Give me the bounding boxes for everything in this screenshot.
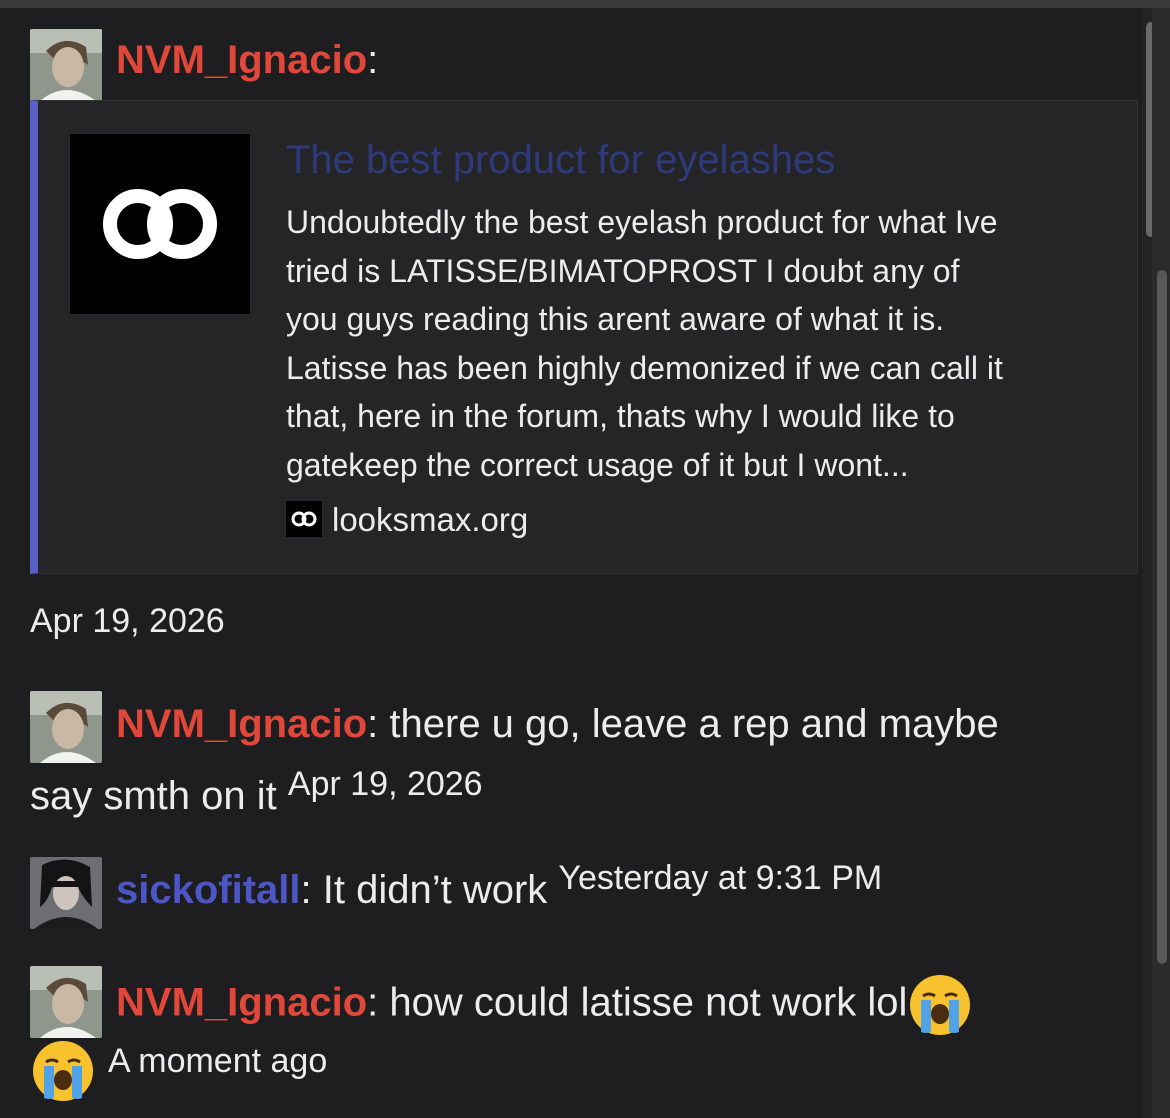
username[interactable]: sickofitall [116,868,301,912]
message-timestamp: Yesterday at 9:31 PM [558,859,883,897]
message-text: how could latisse not work lol [378,980,908,1025]
embed-description-line: Latisse has been highly demonized if we … [286,349,1003,386]
loudly-crying-face-icon [907,972,973,1038]
message-2-line-1: NVM_Ignacio: there u go, leave a rep and… [116,700,999,748]
embed-description-line: Undoubtedly the best eyelash product for… [286,204,998,240]
top-bar [0,0,1170,8]
loudly-crying-face-icon [30,1038,96,1104]
separator: : [300,868,312,912]
message-text: It didn’t work [311,868,548,912]
embed-description-line: that, here in the forum, thats why I wou… [286,398,955,434]
message-1-header: NVM_Ignacio: [116,36,378,84]
embed-site[interactable]: looksmax.org [286,498,528,542]
username[interactable]: NVM_Ignacio [116,38,367,82]
message-timestamp: Apr 19, 2026 [287,765,483,803]
avatar-nvm-ignacio[interactable] [30,29,102,101]
embed-description-line: gatekeep the correct usage of it but I w… [286,446,909,483]
separator: : [367,702,379,746]
message-timestamp: Apr 19, 2026 [30,602,225,640]
infinity-logo-icon [103,189,217,259]
username[interactable]: NVM_Ignacio [116,981,367,1025]
scrollbar[interactable] [1152,8,1170,1118]
avatar-nvm-ignacio[interactable] [30,966,102,1038]
embed-thumbnail[interactable] [70,134,250,314]
embed-title[interactable]: The best product for eyelashes [286,133,835,187]
embed-description-line: you guys reading this arent aware of wha… [286,301,945,337]
avatar-nvm-ignacio[interactable] [30,691,102,763]
scrollbar-thumb[interactable] [1157,270,1167,964]
message-text: there u go, leave a rep and maybe [378,702,999,746]
site-name: looksmax.org [332,501,529,538]
embed-description: Undoubtedly the best eyelash product for… [286,198,1126,489]
link-embed[interactable]: The best product for eyelashes Undoubted… [30,100,1138,574]
message-timestamp: A moment ago [108,1042,328,1080]
embed-description-line: tried is LATISSE/BIMATOPROST I doubt any… [286,252,960,289]
separator: : [367,980,379,1025]
message-2-line-2: say smth on it Apr 19, 2026 [30,765,483,822]
message-4-line-1: NVM_Ignacio: how could latisse not work … [116,972,973,1038]
message-3: sickofitall: It didn’t work Yesterday at… [116,859,882,916]
message-text: say smth on it [30,774,277,818]
separator: : [367,38,379,82]
username[interactable]: NVM_Ignacio [116,702,367,746]
avatar-sickofitall[interactable] [30,857,102,929]
site-favicon-icon [286,501,322,538]
